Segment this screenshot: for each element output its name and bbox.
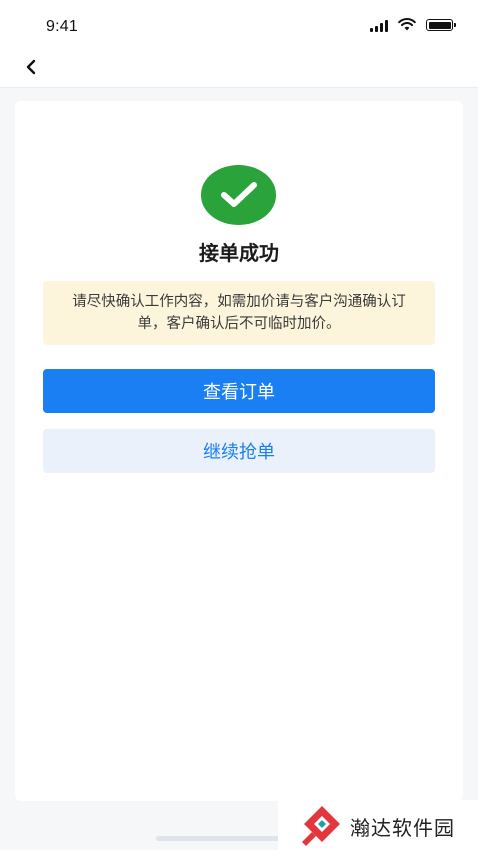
watermark-logo-icon — [302, 806, 340, 846]
check-icon — [220, 182, 257, 207]
check-circle-icon — [201, 165, 276, 225]
screen: 9:41 接单成功 请尽快确认工作内容，如需加价请与客户沟通确认订单，客户确认后… — [0, 0, 478, 850]
watermark-text: 瀚达软件园 — [350, 816, 455, 840]
cellular-signal-icon — [370, 20, 390, 32]
back-button[interactable] — [18, 54, 44, 80]
chevron-left-icon — [26, 59, 36, 75]
watermark: 瀚达软件园 — [278, 800, 478, 850]
continue-grab-order-button[interactable]: 继续抢单 — [43, 429, 435, 473]
notice-message: 请尽快确认工作内容，如需加价请与客户沟通确认订单，客户确认后不可临时加价。 — [43, 281, 435, 345]
nav-bar — [0, 50, 478, 88]
result-title: 接单成功 — [199, 241, 279, 265]
wifi-icon — [398, 18, 416, 31]
status-time: 9:41 — [46, 18, 78, 35]
status-bar: 9:41 — [0, 0, 478, 50]
battery-icon — [426, 19, 456, 31]
view-order-button[interactable]: 查看订单 — [43, 369, 435, 413]
result-card: 接单成功 请尽快确认工作内容，如需加价请与客户沟通确认订单，客户确认后不可临时加… — [15, 101, 463, 801]
